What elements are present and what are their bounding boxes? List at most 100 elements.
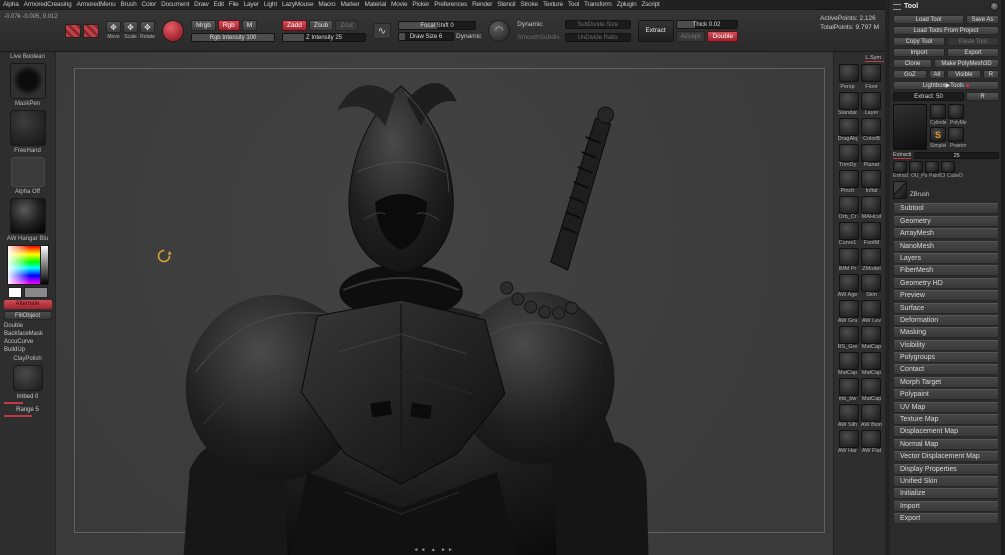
- tray-thumbnail[interactable]: [838, 430, 859, 448]
- subpalette-header[interactable]: Export: [893, 513, 999, 525]
- tray-thumbnail[interactable]: [838, 274, 859, 292]
- recent-tool-thumbnail[interactable]: [941, 161, 955, 173]
- shelf-toggle[interactable]: BackfaceMask: [2, 330, 54, 338]
- load-tool-button[interactable]: Load Tool: [893, 15, 964, 24]
- brush-thumbnail-maskpen[interactable]: [9, 63, 46, 99]
- tray-thumbnail[interactable]: [860, 144, 881, 162]
- menu-item[interactable]: Stroke: [520, 1, 538, 8]
- double-button[interactable]: Double: [707, 30, 739, 42]
- mrgb-button[interactable]: Mrgb: [191, 19, 216, 31]
- menu-item[interactable]: Transform: [584, 1, 612, 8]
- subpalette-header[interactable]: Geometry: [893, 215, 999, 227]
- imbed-slider[interactable]: Imbed 0: [3, 393, 52, 404]
- subpalette-header[interactable]: NanoMesh: [893, 240, 999, 252]
- rgb-button[interactable]: Rgb: [217, 19, 240, 31]
- goz-button[interactable]: GoZ: [893, 70, 927, 79]
- transpose-button[interactable]: ✥ Scale: [123, 21, 138, 40]
- draw-brush-icon[interactable]: [162, 19, 184, 42]
- extract-r-button[interactable]: R: [965, 92, 999, 101]
- subpalette-header[interactable]: Subtool: [893, 203, 999, 215]
- tray-thumbnail[interactable]: [860, 118, 881, 136]
- menu-item[interactable]: Render: [472, 1, 492, 8]
- subpalette-header[interactable]: Contact: [893, 364, 999, 376]
- tray-thumbnail[interactable]: [838, 352, 859, 370]
- tray-thumbnail[interactable]: [860, 274, 881, 292]
- menu-item[interactable]: Preferences: [434, 1, 467, 8]
- live-boolean-toggle[interactable]: Live Boolean: [10, 54, 45, 61]
- tray-thumbnail[interactable]: [838, 326, 859, 344]
- menu-item[interactable]: Draw: [194, 1, 209, 8]
- subdivide-size-slider[interactable]: SubDivide Size: [564, 19, 631, 29]
- zsub-button[interactable]: Zsub: [308, 19, 334, 31]
- stroke-thumbnail-freehand[interactable]: [9, 110, 46, 146]
- persp-button[interactable]: [838, 64, 859, 82]
- alternate-color-button[interactable]: Alternate: [3, 300, 52, 309]
- menu-item[interactable]: Tool: [568, 1, 579, 8]
- tray-thumbnail[interactable]: [838, 170, 859, 188]
- z-intensity-slider[interactable]: Z Intensity 25: [282, 32, 366, 42]
- rgb-intensity-slider[interactable]: Rgb Intensity 100: [191, 32, 275, 42]
- subpalette-header[interactable]: Initialize: [893, 488, 999, 500]
- copy-tool-button[interactable]: Copy Tool: [893, 37, 945, 46]
- subpalette-header[interactable]: Display Properties: [893, 463, 999, 475]
- menu-item[interactable]: Macro: [318, 1, 335, 8]
- floor-button[interactable]: [860, 64, 881, 82]
- recent-tool-thumbnail[interactable]: [925, 161, 939, 173]
- color-picker[interactable]: [6, 245, 49, 285]
- shelf-toggle[interactable]: Double: [2, 322, 54, 330]
- menu-item[interactable]: Alpha: [3, 1, 19, 8]
- pencil-tool-thumbnail[interactable]: [893, 181, 907, 199]
- goz-visible-button[interactable]: Visible: [947, 70, 981, 79]
- thick-slider[interactable]: Thick 0.02: [675, 19, 738, 29]
- menu-item[interactable]: Texture: [543, 1, 563, 8]
- material-thumbnail[interactable]: [9, 198, 46, 234]
- tray-thumbnail[interactable]: [838, 92, 859, 110]
- sculpt-canvas[interactable]: ◄◄ ▲ ►►: [56, 52, 833, 555]
- menu-item[interactable]: Zscript: [641, 1, 659, 8]
- quickpick-thumbnail[interactable]: [930, 104, 946, 119]
- subpalette-header[interactable]: Polypaint: [893, 389, 999, 401]
- subpalette-header[interactable]: Normal Map: [893, 438, 999, 450]
- zadd-button[interactable]: Zadd: [282, 19, 307, 31]
- tray-thumbnail[interactable]: [838, 404, 859, 422]
- menu-item[interactable]: Document: [161, 1, 189, 8]
- export-button[interactable]: Export: [947, 48, 999, 57]
- custom-red-tool-icon-2[interactable]: [83, 23, 99, 38]
- range-slider[interactable]: Range 5: [3, 406, 52, 417]
- tray-thumbnail[interactable]: [838, 144, 859, 162]
- menu-item[interactable]: Layer: [244, 1, 259, 8]
- zbrush-logo-icon[interactable]: [990, 2, 999, 11]
- subpalette-header[interactable]: Preview: [893, 290, 999, 302]
- menu-item[interactable]: Color: [142, 1, 157, 8]
- secondary-color-swatch[interactable]: [23, 287, 48, 298]
- canvas-nav-arrows[interactable]: ◄◄ ▲ ►►: [413, 547, 455, 553]
- shelf-toggle[interactable]: BuildUp: [2, 346, 54, 354]
- tray-thumbnail[interactable]: [860, 222, 881, 240]
- goz-r-button[interactable]: R: [982, 70, 999, 79]
- tray-thumbnail[interactable]: [860, 378, 881, 396]
- dynamic-label[interactable]: Dynamic: [517, 21, 559, 28]
- paste-tool-button[interactable]: Paste Tool: [947, 37, 999, 46]
- tray-thumbnail[interactable]: [860, 300, 881, 318]
- quickpick-thumbnail[interactable]: [948, 104, 964, 119]
- extract-button[interactable]: Extract: [637, 19, 674, 42]
- import-button[interactable]: Import: [893, 48, 945, 57]
- subpalette-header[interactable]: Vector Displacement Map: [893, 451, 999, 463]
- subpalette-header[interactable]: Geometry HD: [893, 277, 999, 289]
- tray-thumbnail[interactable]: [838, 222, 859, 240]
- undivide-ratio-slider[interactable]: UnDivide Ratio: [564, 32, 631, 42]
- tray-thumbnail[interactable]: [838, 378, 859, 396]
- curve-mode-icon[interactable]: ◠: [488, 19, 511, 42]
- zcut-button[interactable]: Zcut: [335, 19, 358, 31]
- draw-size-slider[interactable]: Draw Size 6: [398, 31, 454, 41]
- tray-thumbnail[interactable]: [838, 118, 859, 136]
- palette-menu-icon[interactable]: [893, 3, 901, 10]
- subpalette-header[interactable]: ArrayMesh: [893, 228, 999, 240]
- shelf-toggle[interactable]: AccuCurve: [2, 338, 54, 346]
- tray-thumbnail[interactable]: [838, 248, 859, 266]
- subpalette-header[interactable]: Masking: [893, 327, 999, 339]
- tray-thumbnail[interactable]: [860, 404, 881, 422]
- tray-thumbnail[interactable]: [838, 300, 859, 318]
- subpalette-header[interactable]: Deformation: [893, 314, 999, 326]
- menu-item[interactable]: Stencil: [497, 1, 515, 8]
